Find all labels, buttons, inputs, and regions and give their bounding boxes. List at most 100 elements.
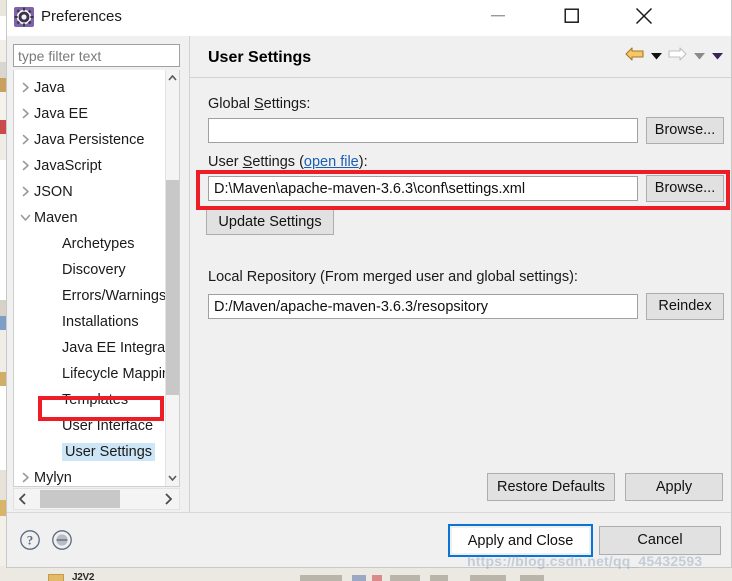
background-item [430,575,448,581]
dialog-footer: ? Apply and Close Cancel [7,512,731,567]
minimize-icon[interactable] [476,0,520,32]
search-input[interactable] [13,44,180,67]
preferences-dialog: Preferences JavaJava EEJava PersistenceJ… [6,0,732,568]
scroll-right-icon[interactable] [159,489,179,509]
window-title: Preferences [41,8,122,25]
tree-hscrollbar-thumb[interactable] [40,490,120,508]
browse-user-settings-button[interactable]: Browse... [646,175,724,202]
sidebar-item-label: User Interface [62,418,154,434]
sidebar-item-label: JSON [34,184,73,200]
sidebar-item-label: Mylyn [34,470,72,486]
open-file-link[interactable]: open file [304,154,359,170]
update-settings-button[interactable]: Update Settings [206,209,334,235]
sidebar-item-java[interactable]: Java [14,75,166,101]
background-label: J2V2 [72,572,95,581]
sidebar-item-label: Java EE [34,106,88,122]
sidebar-item-label: Errors/Warnings [62,288,167,304]
back-dropdown-icon[interactable] [650,48,662,63]
restore-defaults-button[interactable]: Restore Defaults [487,473,615,501]
sidebar-item-user-interface[interactable]: User Interface [14,413,166,439]
tree-horizontal-scrollbar[interactable] [13,488,180,510]
cancel-button[interactable]: Cancel [599,526,721,555]
local-repository-label: Local Repository (From merged user and g… [208,269,578,285]
sidebar-item-java-persistence[interactable]: Java Persistence [14,127,166,153]
forward-arrow-icon [668,46,688,65]
global-settings-label-suffix: ettings: [263,96,311,112]
apply-button[interactable]: Apply [625,473,723,501]
scroll-down-icon[interactable] [166,470,179,486]
chevron-right-icon[interactable] [20,127,32,153]
close-icon[interactable] [622,0,666,32]
title-bar: Preferences [7,0,731,36]
chevron-down-icon[interactable] [20,205,32,231]
background-item [300,575,342,581]
chevron-right-icon[interactable] [20,101,32,127]
user-settings-label-mnemonic: S [242,154,253,170]
background-folder-icon [48,574,64,581]
background-item [372,575,382,581]
sidebar-item-archetypes[interactable]: Archetypes [14,231,166,257]
apply-and-close-button[interactable]: Apply and Close [452,528,589,553]
panel-nav-toolbar [622,46,723,66]
settings-panel: User Settings Global Settings: Browse...… [189,36,731,513]
page-title: User Settings [208,49,312,66]
sidebar-item-mylyn[interactable]: Mylyn [14,465,166,486]
restore-window-icon[interactable] [51,529,73,551]
tree-vertical-scrollbar[interactable] [165,70,179,486]
sidebar-item-lifecycle-mappings[interactable]: Lifecycle Mappings [14,361,179,387]
background-item [352,575,366,581]
chevron-right-icon[interactable] [20,465,32,486]
user-settings-input[interactable] [208,176,638,201]
sidebar-item-java-ee-integration[interactable]: Java EE Integration [14,335,179,361]
sidebar-item-maven[interactable]: Maven [14,205,166,231]
sidebar-item-label: Installations [62,314,139,330]
svg-text:?: ? [27,533,34,548]
global-settings-label: Global Settings: [208,96,310,112]
background-item [520,575,544,581]
sidebar-item-json[interactable]: JSON [14,179,166,205]
user-settings-label-mid: ettings ( [252,154,304,170]
sidebar-item-label: Discovery [62,262,126,278]
background-item [470,575,506,581]
sidebar-item-discovery[interactable]: Discovery [14,257,166,283]
sidebar-item-javascript[interactable]: JavaScript [14,153,166,179]
reindex-button[interactable]: Reindex [646,293,724,320]
forward-dropdown-icon [694,48,706,63]
sidebar-item-label: Maven [34,210,78,226]
sidebar-item-label: User Settings [62,443,156,461]
sidebar-item-user-settings[interactable]: User Settings [14,439,166,465]
back-arrow-icon[interactable] [625,46,644,65]
scroll-left-icon[interactable] [14,489,34,509]
maximize-icon[interactable] [550,0,594,32]
scroll-up-icon[interactable] [166,70,179,86]
sidebar-item-label: Java [34,80,65,96]
background-item [390,575,420,581]
user-settings-label-suffix: ): [358,154,368,170]
sidebar-item-label: JavaScript [34,158,102,174]
global-settings-label-mnemonic: S [253,96,264,112]
panel-divider [190,77,731,78]
tree-item-list: Java Java EE Java Persistence JavaScript JSO… [14,75,179,486]
chevron-right-icon[interactable] [20,179,32,205]
sidebar-item-label: Java EE Integration [62,340,180,356]
tree-scrollbar-thumb[interactable] [166,180,179,395]
sidebar-item-installations[interactable]: Installations [14,309,166,335]
apply-and-close-focus-ring: Apply and Close [448,524,593,557]
local-repository-input[interactable] [208,294,638,319]
chevron-right-icon[interactable] [20,153,32,179]
view-menu-icon[interactable] [712,48,723,63]
sidebar-item-java-ee[interactable]: Java EE [14,101,166,127]
global-settings-input[interactable] [208,118,638,143]
sidebar-item-errors-warnings[interactable]: Errors/Warnings [14,283,166,309]
chevron-right-icon[interactable] [20,75,32,101]
preferences-gear-icon [13,6,35,28]
user-settings-label-prefix: User [208,154,243,170]
global-settings-label-prefix: Global [208,96,254,112]
sidebar-item-label: Java Persistence [34,132,145,148]
sidebar-item-label: Templates [62,392,129,408]
help-question-icon[interactable]: ? [19,529,41,551]
browse-global-settings-button[interactable]: Browse... [646,117,724,144]
user-settings-label: User Settings (open file): [208,154,368,170]
sidebar-item-templates[interactable]: Templates [14,387,166,413]
preferences-tree[interactable]: Java Java EE Java Persistence JavaScript JSO… [13,70,180,487]
